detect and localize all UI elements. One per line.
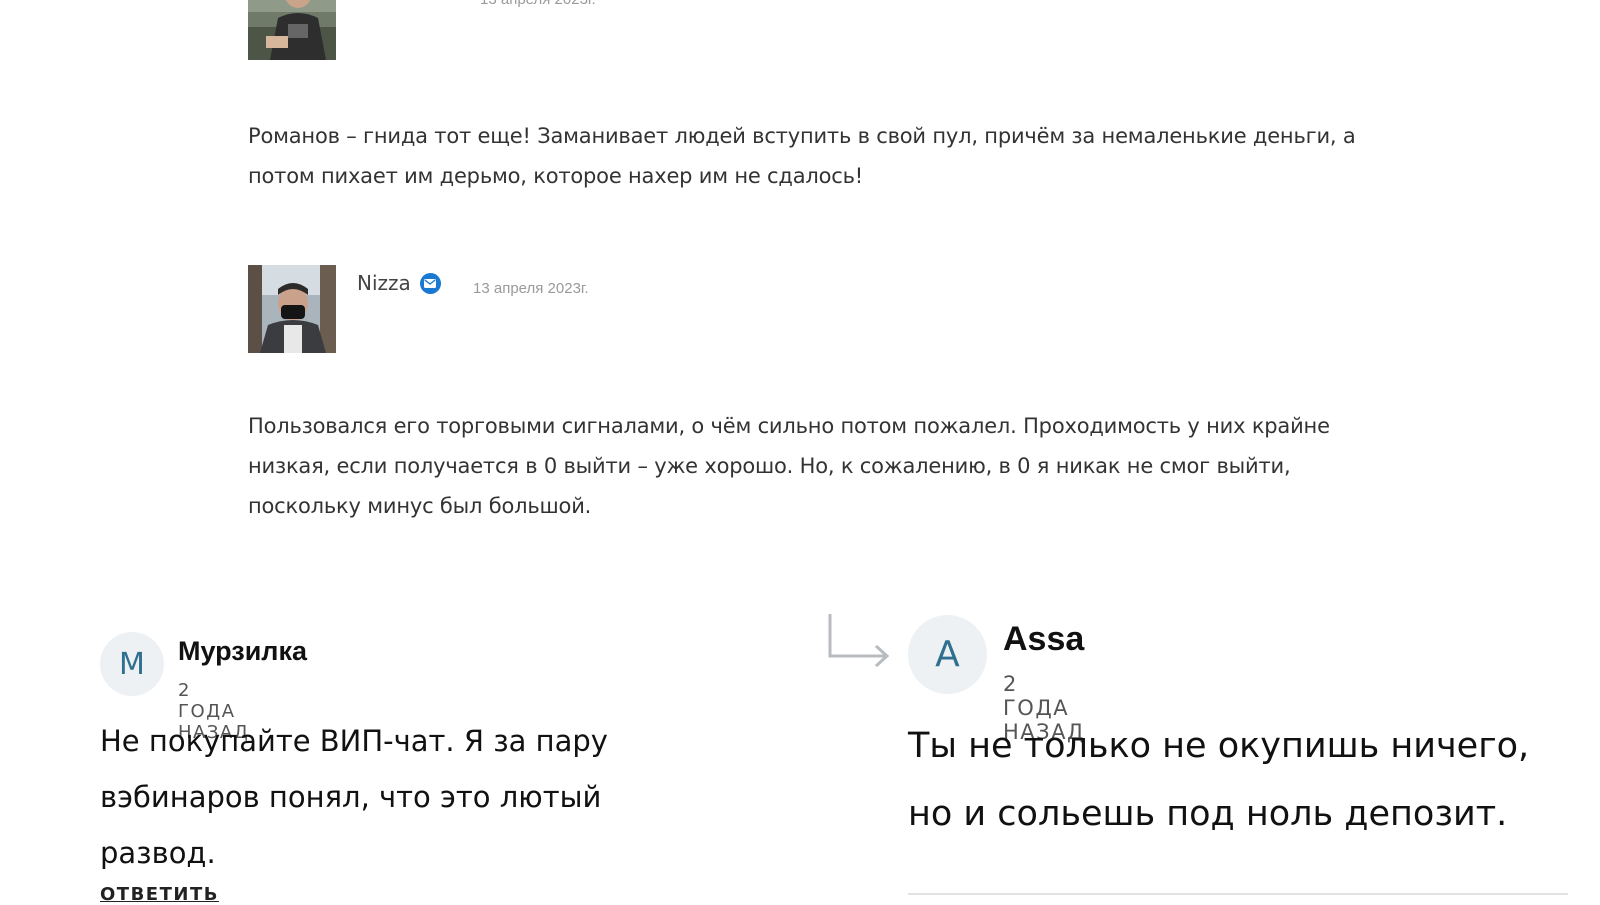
reviewer-photo-top: [248, 0, 336, 60]
reviewer-name-label[interactable]: Nizza: [357, 271, 411, 295]
review-date-nizza: 13 апреля 2023г.: [473, 280, 589, 297]
comment-text: Не покупайте ВИП-чат. Я за пару вэбинаро…: [100, 724, 608, 870]
reviewer-photo-nizza: [248, 265, 336, 353]
reply-button[interactable]: ОТВЕТИТЬ: [100, 884, 219, 905]
verified-badge-icon: [419, 272, 441, 294]
reviewer-name-nizza[interactable]: Nizza: [357, 271, 441, 295]
review-date-top: 13 апреля 2023г.: [480, 0, 596, 8]
avatar[interactable]: A: [908, 615, 987, 694]
avatar-letter: A: [935, 634, 960, 675]
avatar-letter: М: [119, 646, 145, 682]
comment-author-name[interactable]: Assa: [1003, 620, 1084, 659]
review-text-nizza: Пользовался его торговыми сигналами, о ч…: [248, 414, 1330, 518]
review-text-top: Романов – гнида тот еще! Заманивает люде…: [248, 124, 1356, 188]
comment-text: Ты не только не окупишь ничего, но и сол…: [908, 726, 1530, 834]
avatar[interactable]: М: [100, 632, 164, 696]
reply-arrow-icon: [826, 612, 892, 675]
comment-divider: [908, 893, 1568, 895]
comment-author-name[interactable]: Мурзилка: [178, 636, 307, 667]
